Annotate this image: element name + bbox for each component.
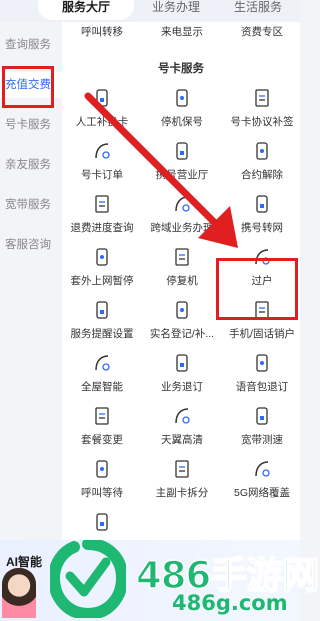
service-item-label: 人工补换卡: [75, 116, 129, 128]
cross-region-icon: [175, 196, 190, 212]
service-item[interactable]: 语音包退订: [222, 353, 302, 403]
rocket-icon: [256, 407, 268, 425]
agreement-icon: [255, 89, 269, 107]
service-item-label: 业务退订: [161, 381, 203, 393]
service-item[interactable]: 宽带测速: [222, 406, 302, 456]
unsubscribe-icon: [176, 354, 188, 372]
service-item[interactable]: 套餐变更: [62, 406, 142, 456]
voice-pack-icon: [256, 354, 268, 372]
service-item-label: 套外上网暂停: [70, 275, 134, 287]
watermark-url: 486g.com: [172, 591, 288, 615]
service-item[interactable]: 停复机: [142, 247, 222, 297]
tab-life-service[interactable]: 生活服务: [216, 0, 300, 20]
service-item[interactable]: 合约解除: [222, 141, 302, 191]
number-transfer-icon: [256, 195, 268, 213]
service-item[interactable]: 套外上网暂停: [62, 247, 142, 297]
ai-assistant-label: AI智能: [6, 555, 43, 569]
service-item-label: 实名登记/补...: [149, 328, 215, 340]
service-item-label: 停复机: [166, 275, 198, 287]
service-item[interactable]: 携号营业厅: [142, 141, 222, 191]
shield-icon: [96, 513, 108, 531]
service-item[interactable]: 主副卡拆分: [142, 459, 222, 509]
sim-replace-icon: [96, 89, 108, 107]
service-item-label: 停机保号: [161, 116, 203, 128]
sidebar-item-sim-card[interactable]: 号卡服务: [0, 112, 62, 138]
phone-cancel-icon: [256, 142, 268, 160]
service-item-label: 主副卡拆分: [155, 487, 209, 499]
service-item-label: 退费进度查询: [70, 222, 134, 234]
section-title: 号卡服务: [158, 63, 204, 75]
service-item-label: 天翼高清: [161, 434, 203, 446]
sidebar-item-customer-service[interactable]: 客服咨询: [0, 232, 62, 258]
refund-icon: [95, 195, 109, 213]
tab-business[interactable]: 业务办理: [136, 0, 216, 20]
service-item[interactable]: 业务退订: [142, 353, 222, 403]
smart-home-icon: [95, 355, 110, 371]
user-add-icon: [176, 301, 188, 319]
service-item-label: 号卡订单: [81, 169, 123, 181]
service-item[interactable]: 全屋智能: [62, 353, 142, 403]
service-item-label: 呼叫等待: [81, 487, 123, 499]
call-wait-icon: [96, 460, 108, 478]
phone-restore-icon: [175, 248, 189, 266]
service-item-label: 合约解除: [241, 169, 283, 181]
tab-service-hall[interactable]: 服务大厅: [38, 0, 134, 20]
service-item[interactable]: 号卡订单: [62, 141, 142, 191]
tv-hd-icon: [175, 408, 190, 424]
service-item[interactable]: 号卡协议补签: [222, 88, 302, 138]
store-icon: [176, 142, 188, 160]
service-item-label: 号卡协议补签: [230, 116, 294, 128]
service-item[interactable]: 天翼高清: [142, 406, 222, 456]
service-item[interactable]: 5G网络覆盖: [222, 459, 302, 509]
highlight-box: [2, 66, 54, 108]
service-item-label: 宽带测速: [241, 434, 283, 446]
sidebar-item-query[interactable]: 查询服务: [0, 32, 62, 58]
service-item[interactable]: 携号转网: [222, 194, 302, 244]
data-pause-icon: [96, 248, 108, 266]
sidebar-item-family[interactable]: 亲友服务: [0, 152, 62, 178]
phone-pause-icon: [176, 89, 188, 107]
service-item-label: 5G网络覆盖: [233, 487, 290, 499]
watermark-logo-icon: [50, 540, 126, 618]
card-split-icon: [175, 460, 189, 478]
service-item-label: 全屋智能: [81, 381, 123, 393]
service-item-label: 携号转网: [241, 222, 283, 234]
service-item[interactable]: 实名登记/补...: [142, 300, 222, 350]
service-item[interactable]: 人工补换卡: [62, 88, 142, 138]
service-item[interactable]: 呼叫等待: [62, 459, 142, 509]
service-item-label: 语音包退订: [235, 381, 289, 393]
service-item-label: 服务提醒设置: [70, 328, 134, 340]
ai-avatar: [2, 568, 36, 618]
highlight-box: [216, 258, 298, 320]
service-item-label: 跨域业务办理: [150, 222, 214, 234]
service-item[interactable]: 跨域业务办理: [142, 194, 222, 244]
reminder-icon: [96, 301, 108, 319]
clipboard-icon: [95, 143, 110, 159]
service-item-label: 套餐变更: [81, 434, 123, 446]
service-item[interactable]: 退费进度查询: [62, 194, 142, 244]
sidebar-item-broadband[interactable]: 宽带服务: [0, 192, 62, 218]
service-item[interactable]: 停机保号: [142, 88, 222, 138]
plan-change-icon: [95, 407, 109, 425]
5g-icon: [255, 461, 270, 477]
service-item[interactable]: 服务提醒设置: [62, 300, 142, 350]
service-item-label: 手机/固话销户: [229, 328, 295, 340]
service-item-label: 携号营业厅: [155, 169, 209, 181]
